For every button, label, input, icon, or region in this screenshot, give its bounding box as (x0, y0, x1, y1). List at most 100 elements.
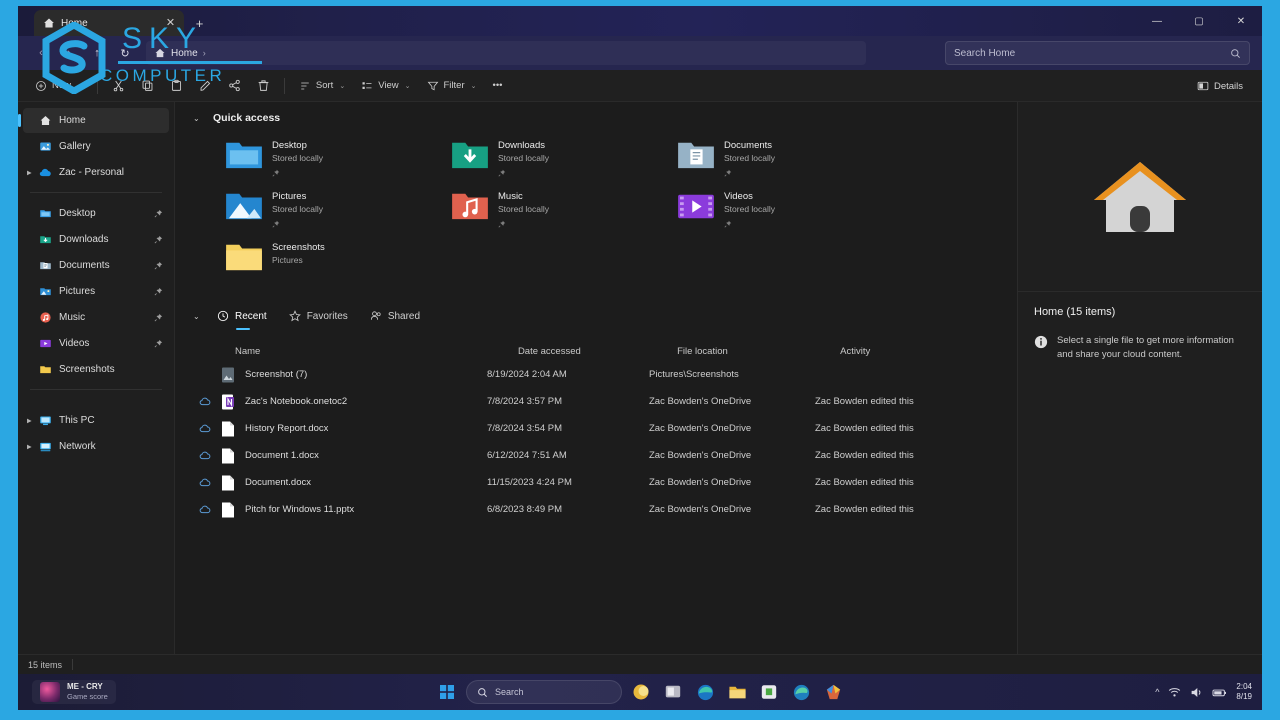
widgets-icon (665, 685, 681, 698)
sidebar-item-screenshots[interactable]: Screenshots (23, 357, 169, 382)
chevron-down-icon[interactable]: ⌄ (193, 312, 205, 321)
start-button[interactable] (434, 679, 460, 705)
chevron-down-icon[interactable]: ⌄ (193, 114, 205, 123)
table-row[interactable]: Screenshot (7) 8/19/2024 2:04 AM Picture… (189, 361, 1017, 388)
view-button[interactable]: View ⌄ (354, 74, 417, 98)
taskbar-app-photos[interactable] (820, 679, 846, 705)
quick-access-tile[interactable]: Documents Stored locally (671, 133, 897, 182)
quick-access-tile[interactable]: Screenshots Pictures (219, 235, 445, 284)
wifi-icon[interactable] (1168, 686, 1181, 699)
pin-icon[interactable] (498, 169, 506, 177)
file-name: Document.docx (245, 477, 312, 488)
column-header-date-accessed[interactable]: Date accessed (518, 346, 677, 357)
tab-recent[interactable]: Recent (209, 306, 277, 327)
back-button[interactable]: ‹ (28, 40, 54, 66)
pin-icon[interactable] (498, 220, 506, 228)
table-row[interactable]: Document 1.docx 6/12/2024 7:51 AM Zac Bo… (189, 442, 1017, 469)
chevron-right-icon[interactable]: ▶ (27, 417, 32, 424)
quick-access-tile[interactable]: Music Stored locally (445, 184, 671, 233)
sidebar-item-pictures[interactable]: Pictures (23, 279, 169, 304)
sidebar-item-this-pc[interactable]: ▶ This PC (23, 408, 169, 433)
taskbar-app-store[interactable] (756, 679, 782, 705)
chevron-right-icon[interactable]: ▶ (27, 443, 32, 450)
pin-icon[interactable] (724, 220, 732, 228)
downloads-folder-icon (40, 236, 51, 244)
sidebar-item-downloads[interactable]: Downloads (23, 227, 169, 252)
filter-button[interactable]: Filter ⌄ (420, 74, 484, 98)
quick-access-tile[interactable]: Desktop Stored locally (219, 133, 445, 182)
pin-icon[interactable] (154, 261, 163, 270)
tray-overflow-icon[interactable]: ^ (1155, 687, 1159, 697)
sidebar-item-desktop[interactable]: Desktop (23, 201, 169, 226)
column-header-name[interactable]: Name (235, 346, 518, 357)
table-row[interactable]: Pitch for Windows 11.pptx 6/8/2023 8:49 … (189, 496, 1017, 523)
sidebar-item-onedrive-personal[interactable]: ▶ Zac - Personal (23, 160, 169, 185)
maximize-button[interactable]: ▢ (1178, 6, 1220, 36)
pin-icon[interactable] (724, 169, 732, 177)
sidebar-item-music[interactable]: Music (23, 305, 169, 330)
pin-icon[interactable] (154, 339, 163, 348)
tab-favorites[interactable]: Favorites (281, 306, 358, 327)
table-row[interactable]: Zac's Notebook.onetoc2 7/8/2024 3:57 PM … (189, 388, 1017, 415)
tab-shared[interactable]: Shared (362, 306, 430, 327)
sidebar-item-network[interactable]: ▶ Network (23, 434, 169, 459)
table-row[interactable]: Document.docx 11/15/2023 4:24 PM Zac Bow… (189, 469, 1017, 496)
close-window-button[interactable]: ✕ (1220, 6, 1262, 36)
new-button[interactable]: New ⌄ (28, 74, 90, 98)
clock[interactable]: 2:04 8/19 (1236, 682, 1252, 702)
close-tab-icon[interactable]: ✕ (163, 16, 178, 31)
copy-button[interactable] (134, 74, 161, 98)
quick-access-tile[interactable]: Pictures Stored locally (219, 184, 445, 233)
quick-access-tile[interactable]: Videos Stored locally (671, 184, 897, 233)
volume-icon[interactable] (1190, 686, 1203, 699)
home-icon-large (1094, 161, 1186, 232)
taskbar-app-file-explorer[interactable] (724, 679, 750, 705)
sidebar-item-gallery[interactable]: Gallery (23, 134, 169, 159)
taskbar-app-copilot[interactable] (628, 679, 654, 705)
forward-button[interactable]: › (56, 40, 82, 66)
taskbar-search-box[interactable]: Search (466, 680, 622, 704)
copy-icon (142, 80, 153, 91)
cut-button[interactable] (105, 74, 132, 98)
pin-icon[interactable] (154, 287, 163, 296)
minimize-button[interactable]: — (1136, 6, 1178, 36)
details-pane-button[interactable]: Details (1190, 74, 1250, 98)
search-input[interactable]: Search Home (945, 41, 1250, 65)
pin-icon[interactable] (154, 235, 163, 244)
details-label: Details (1213, 80, 1243, 92)
column-header-file-location[interactable]: File location (677, 346, 840, 357)
sidebar-item-videos[interactable]: Videos (23, 331, 169, 356)
share-button[interactable] (221, 74, 248, 98)
breadcrumb-item-home[interactable]: Home (171, 48, 198, 59)
sidebar-item-home[interactable]: Home (18, 108, 169, 133)
table-row[interactable]: History Report.docx 7/8/2024 3:54 PM Zac… (189, 415, 1017, 442)
paste-button[interactable] (163, 74, 190, 98)
tile-text: Downloads Stored locally (498, 136, 549, 182)
tab-home[interactable]: Home ✕ (34, 10, 184, 36)
sidebar-divider-2 (30, 389, 162, 390)
rename-button[interactable] (192, 74, 219, 98)
sidebar-item-documents[interactable]: Documents (23, 253, 169, 278)
refresh-button[interactable]: ↻ (112, 40, 138, 66)
taskbar-app-edge-dev[interactable] (788, 679, 814, 705)
delete-button[interactable] (250, 74, 277, 98)
up-button[interactable]: ↑ (84, 40, 110, 66)
sort-button[interactable]: Sort ⌄ (292, 74, 352, 98)
overflow-button[interactable]: ••• (486, 74, 510, 98)
pin-icon[interactable] (272, 220, 280, 228)
pin-icon[interactable] (154, 313, 163, 322)
taskbar-media-widget[interactable]: ME - CRY Game score (32, 680, 116, 704)
quick-access-tile[interactable]: Downloads Stored locally (445, 133, 671, 182)
taskbar-search-placeholder: Search (495, 687, 524, 697)
pin-icon[interactable] (154, 209, 163, 218)
quick-access-header[interactable]: ⌄ Quick access (189, 112, 1017, 124)
pin-icon[interactable] (272, 169, 280, 177)
breadcrumb[interactable]: Home › (146, 41, 866, 65)
taskbar-app-widgets[interactable] (660, 679, 686, 705)
taskbar-app-edge[interactable] (692, 679, 718, 705)
chevron-right-icon[interactable]: ▶ (27, 169, 32, 176)
battery-icon[interactable] (1212, 686, 1227, 699)
new-tab-icon[interactable]: + (192, 16, 207, 31)
desktop-folder-icon (40, 210, 51, 218)
column-header-activity[interactable]: Activity (840, 346, 1017, 357)
